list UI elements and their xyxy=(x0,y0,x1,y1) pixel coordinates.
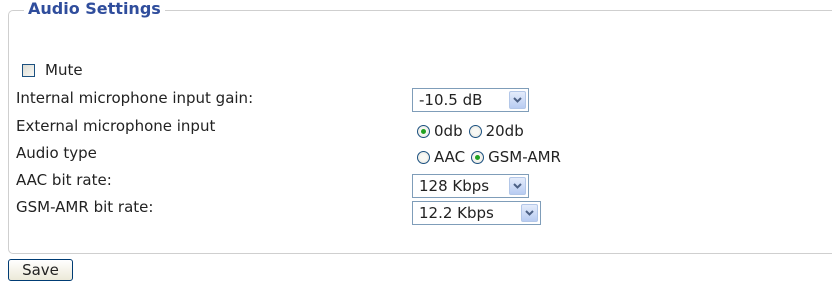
gsm-bit-rate-label: GSM-AMR bit rate: xyxy=(16,198,154,216)
chevron-down-icon[interactable] xyxy=(509,177,526,195)
radio-20db[interactable] xyxy=(468,124,482,138)
internal-gain-value: -10.5 dB xyxy=(419,91,483,109)
radio-20db-label: 20db xyxy=(485,122,524,140)
radio-aac[interactable] xyxy=(417,150,430,164)
radio-0db[interactable] xyxy=(417,124,430,138)
chevron-down-icon[interactable] xyxy=(521,204,538,222)
mute-checkbox[interactable] xyxy=(22,63,35,77)
save-button[interactable]: Save xyxy=(8,259,73,281)
chevron-down-icon[interactable] xyxy=(509,91,526,109)
internal-gain-select[interactable]: -10.5 dB xyxy=(412,88,529,112)
gsm-bit-rate-value: 12.2 Kbps xyxy=(419,204,494,222)
audio-type-label: Audio type xyxy=(16,144,97,162)
radio-selected-dot xyxy=(475,154,481,160)
aac-bit-rate-value: 128 Kbps xyxy=(419,177,490,195)
mute-label: Mute xyxy=(45,61,83,79)
external-input-label: External microphone input xyxy=(16,117,216,135)
gsm-bit-rate-select[interactable]: 12.2 Kbps xyxy=(412,201,541,225)
internal-gain-label: Internal microphone input gain: xyxy=(16,89,254,107)
radio-gsm-amr-label: GSM-AMR xyxy=(488,148,561,166)
aac-bit-rate-select[interactable]: 128 Kbps xyxy=(412,174,529,198)
audio-settings-title: Audio Settings xyxy=(24,0,165,18)
radio-aac-label: AAC xyxy=(434,148,466,166)
radio-selected-dot xyxy=(421,128,426,134)
radio-gsm-amr[interactable] xyxy=(471,150,485,164)
audio-type-radio-group: AAC GSM-AMR xyxy=(417,147,567,167)
external-input-radio-group: 0db 20db xyxy=(417,121,530,141)
aac-bit-rate-label: AAC bit rate: xyxy=(16,171,112,189)
mute-row[interactable]: Mute xyxy=(22,60,83,80)
radio-0db-label: 0db xyxy=(434,122,463,140)
